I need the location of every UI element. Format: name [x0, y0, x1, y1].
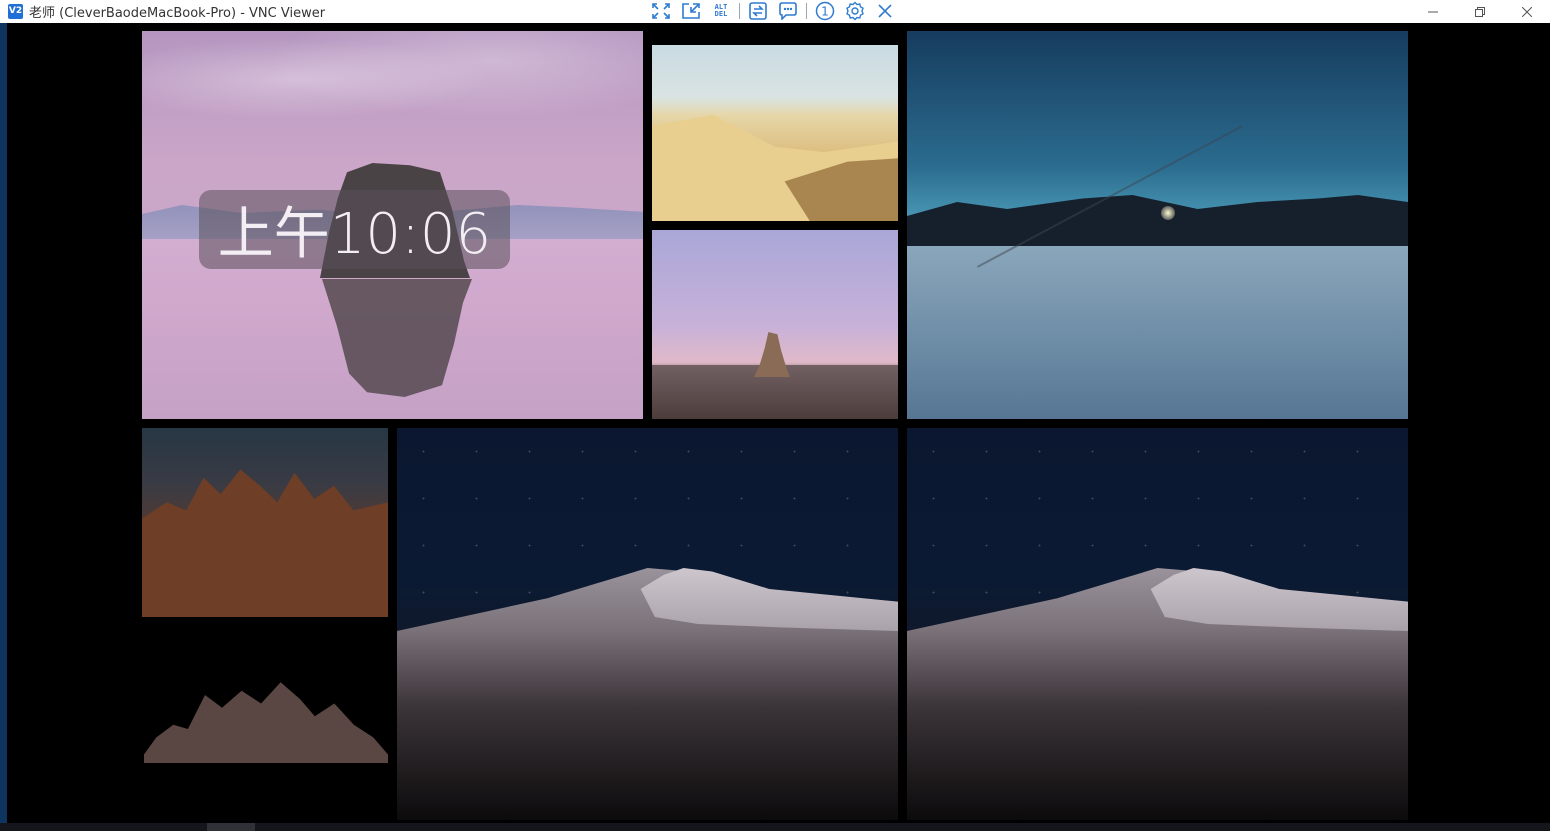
remote-desktop[interactable]: 上午10:06 — [7, 23, 1550, 823]
tufa-formation — [144, 682, 388, 763]
ctrl-alt-del-icon: ALT DEL — [715, 4, 728, 18]
restore-icon — [1474, 6, 1485, 17]
vnc-app-icon: V2 — [8, 4, 23, 19]
window-controls — [1409, 0, 1550, 23]
clouds — [142, 31, 643, 151]
scale-icon — [682, 3, 700, 19]
scale-button[interactable] — [679, 1, 703, 21]
window-title: 老师 (CleverBaodeMacBook-Pro) - VNC Viewer — [29, 6, 326, 21]
restore-button[interactable] — [1456, 0, 1503, 23]
wallpaper-tile-lake-bed[interactable] — [907, 31, 1408, 419]
toolbar-separator — [806, 3, 807, 19]
taskbar-active-app[interactable] — [207, 823, 255, 831]
info-button[interactable]: 1 — [813, 1, 837, 21]
info-label: 1 — [821, 5, 829, 19]
fullscreen-icon — [652, 3, 670, 19]
lock-screen-clock: 上午10:06 — [199, 190, 510, 269]
close-icon — [878, 4, 892, 18]
wallpaper-tile-tufa[interactable] — [142, 626, 388, 766]
minimize-button[interactable] — [1409, 0, 1456, 23]
chat-icon — [779, 2, 797, 20]
settings-icon — [846, 1, 864, 21]
rock-spire — [754, 332, 790, 377]
close-icon — [1521, 6, 1532, 17]
wallpaper-tile-dunes-day[interactable] — [652, 45, 898, 221]
wallpaper-tile-red-rocks[interactable] — [142, 428, 388, 617]
close-button[interactable] — [1503, 0, 1550, 23]
del-label: DEL — [714, 10, 728, 18]
settings-button[interactable] — [843, 1, 867, 21]
vnc-toolbar: ALT DEL 1 — [645, 0, 898, 22]
fullscreen-button[interactable] — [649, 1, 673, 21]
wallpaper-tile-spire[interactable] — [652, 230, 898, 419]
toolbar-separator — [739, 3, 740, 19]
wallpaper-tile-night-dunes[interactable] — [397, 428, 898, 820]
ctrl-alt-del-button[interactable]: ALT DEL — [709, 1, 733, 21]
file-transfer-button[interactable] — [746, 1, 770, 21]
info-icon: 1 — [815, 1, 835, 21]
transfer-icon — [749, 2, 767, 20]
rock-formation — [142, 469, 388, 617]
minimize-icon — [1427, 11, 1438, 12]
close-toolbar-button[interactable] — [873, 1, 897, 21]
chat-button[interactable] — [776, 1, 800, 21]
wallpaper-tile-night-dunes-2[interactable] — [907, 428, 1408, 820]
host-taskbar-edge — [0, 823, 1550, 831]
